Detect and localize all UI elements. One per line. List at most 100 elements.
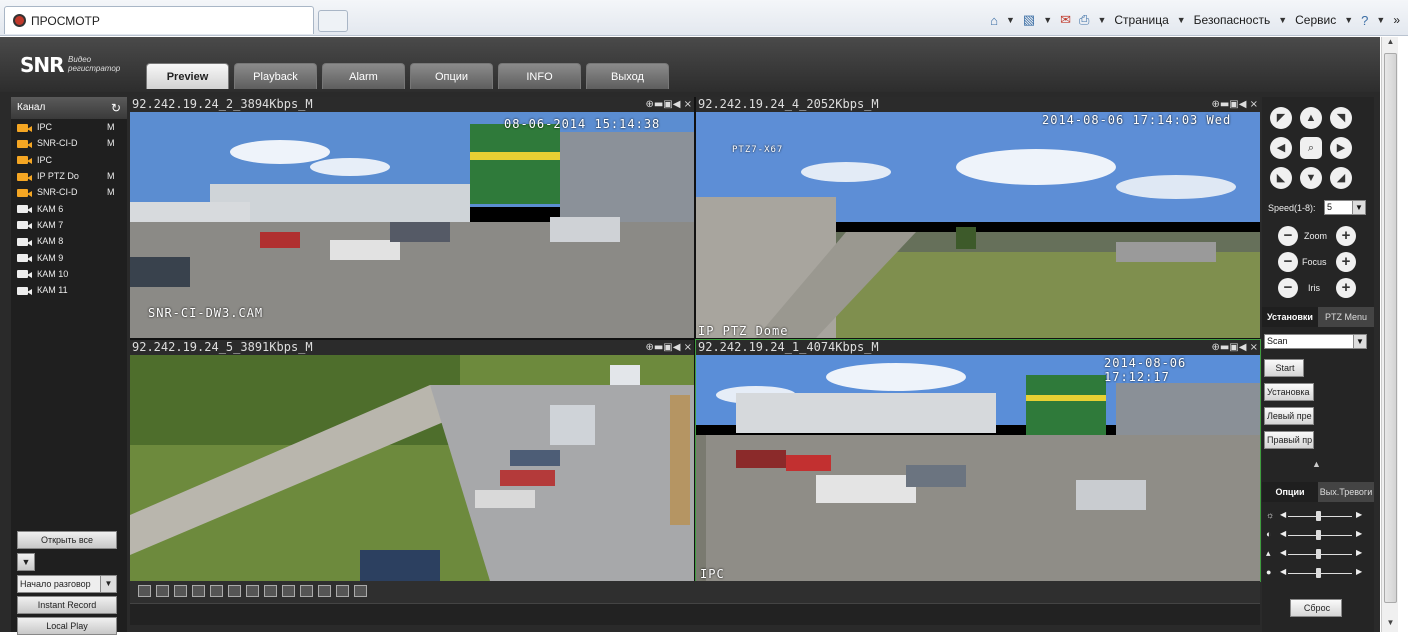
layout-1x1-icon[interactable] (156, 585, 169, 597)
channel-item[interactable]: КАМ 11 (11, 282, 127, 298)
layout-2x2-icon[interactable] (174, 585, 187, 597)
left-limit-button[interactable]: Левый пре (1264, 407, 1314, 425)
ptz-up-button[interactable]: ▲ (1300, 107, 1322, 129)
tab-alarm[interactable]: Alarm (322, 63, 405, 89)
cell-controls[interactable]: ⊕▬▣◀ × (1211, 340, 1258, 355)
speed-select[interactable]: 5 ▼ (1324, 200, 1366, 215)
channel-item[interactable]: КАМ 10 (11, 266, 127, 282)
right-limit-button[interactable]: Правый пр (1264, 431, 1314, 449)
layout-6x6-icon[interactable] (282, 585, 295, 597)
channel-item[interactable]: КАМ 6 (11, 200, 127, 216)
open-all-button[interactable]: Открыть все (17, 531, 117, 549)
mail-icon[interactable]: ✉ (1060, 12, 1071, 28)
layout-3x3-icon[interactable] (228, 585, 241, 597)
layout-5x5-icon[interactable] (264, 585, 277, 597)
layout-4x4-icon[interactable] (246, 585, 259, 597)
tab-settings[interactable]: Установки (1262, 307, 1318, 327)
help-icon[interactable]: ? (1361, 13, 1368, 28)
focus-out-button[interactable]: − (1278, 252, 1298, 272)
iris-open-button[interactable]: + (1336, 278, 1356, 298)
zoom-out-button[interactable]: − (1278, 226, 1298, 246)
scroll-thumb[interactable] (1384, 53, 1397, 603)
channel-item[interactable]: IP PTZ Do M (11, 168, 127, 184)
ptz-down-right-button[interactable]: ◢ (1330, 167, 1352, 189)
layout-9x9-icon[interactable] (336, 585, 349, 597)
channel-item[interactable]: IPC (11, 152, 127, 168)
set-button[interactable]: Установка (1264, 383, 1314, 401)
chevron-down-icon[interactable]: ▼ (1006, 15, 1015, 25)
talk-select[interactable]: Начало разговор ▼ (17, 575, 117, 593)
collapse-button[interactable]: ▼ (17, 553, 35, 571)
feeds-icon[interactable]: ▧ (1023, 12, 1035, 28)
hue-slider[interactable]: ● ◀ ▶ (1266, 566, 1366, 580)
start-button[interactable]: Start (1264, 359, 1304, 377)
layout-1plus5-icon[interactable] (192, 585, 205, 597)
channel-item[interactable]: SNR-CI-D M (11, 135, 127, 151)
tab-exit[interactable]: Выход (586, 63, 669, 89)
tab-preview[interactable]: Preview (146, 63, 229, 89)
menu-security[interactable]: Безопасность (1194, 13, 1271, 27)
local-play-button[interactable]: Local Play (17, 617, 117, 635)
layout-7x7-icon[interactable] (300, 585, 313, 597)
channel-item[interactable]: IPC M (11, 119, 127, 135)
video-cell-3[interactable]: 92.242.19.24_5_3891Kbps_M ⊕▬▣◀ × (130, 340, 694, 581)
print-icon[interactable]: ⎙ (1079, 12, 1089, 28)
saturation-slider[interactable]: ▴ ◀ ▶ (1266, 547, 1366, 561)
layout-fullscreen-icon[interactable] (138, 585, 151, 597)
channel-name: IPC (37, 154, 53, 165)
ptz-mode-select[interactable]: Scan ▼ (1264, 334, 1367, 349)
tab-options[interactable]: Опции (410, 63, 493, 89)
ptz-left-button[interactable]: ◀ (1270, 137, 1292, 159)
cell-controls[interactable]: ⊕▬▣◀ × (1211, 97, 1258, 112)
ptz-center-button[interactable]: ⌕ (1300, 137, 1322, 159)
ptz-up-left-button[interactable]: ◤ (1270, 107, 1292, 129)
scroll-down-icon[interactable]: ▼ (1382, 618, 1399, 632)
tab-alarm-output[interactable]: Вых.Тревоги (1318, 482, 1374, 502)
video-cell-4[interactable]: 92.242.19.24_1_4074Kbps_M ⊕▬▣◀ × 2014-08… (695, 339, 1261, 582)
tab-playback[interactable]: Playback (234, 63, 317, 89)
zoom-in-button[interactable]: + (1336, 226, 1356, 246)
tab-info[interactable]: INFO (498, 63, 581, 89)
scroll-up-icon[interactable]: ▲ (1382, 37, 1399, 51)
channel-item[interactable]: SNR-CI-D M (11, 184, 127, 200)
menu-page[interactable]: Страница (1114, 13, 1168, 27)
contrast-slider[interactable]: ◐ ◀ ▶ (1266, 528, 1366, 542)
layout-10x10-icon[interactable] (354, 585, 367, 597)
cell-controls[interactable]: ⊕▬▣◀ × (645, 97, 692, 112)
camera-icon (17, 138, 33, 149)
iris-close-button[interactable]: − (1278, 278, 1298, 298)
chevron-down-icon: ▼ (1353, 335, 1366, 348)
browser-tab[interactable]: ПРОСМОТР (4, 6, 314, 34)
video-cell-2[interactable]: 92.242.19.24_4_2052Kbps_M ⊕▬▣◀ × 2014-08… (696, 97, 1260, 338)
video-cell-1[interactable]: 92.242.19.24_2_3894Kbps_M ⊕▬▣◀ × 08-06-2… (130, 97, 694, 338)
channel-item[interactable]: КАМ 9 (11, 249, 127, 265)
layout-1plus7-icon[interactable] (210, 585, 223, 597)
camera-icon (17, 203, 33, 214)
chevron-down-icon[interactable]: ▼ (1097, 15, 1106, 25)
reset-button[interactable]: Сброс (1290, 599, 1342, 617)
channel-item[interactable]: КАМ 8 (11, 233, 127, 249)
home-icon[interactable]: ⌂ (990, 13, 998, 28)
ptz-down-left-button[interactable]: ◣ (1270, 167, 1292, 189)
new-tab-button[interactable] (318, 10, 348, 32)
ptz-right-button[interactable]: ▶ (1330, 137, 1352, 159)
cell-controls[interactable]: ⊕▬▣◀ × (645, 340, 692, 355)
chevron-down-icon[interactable]: ▼ (1043, 15, 1052, 25)
brightness-slider[interactable]: ☼ ◀ ▶ (1266, 509, 1366, 523)
tab-options[interactable]: Опции (1262, 482, 1318, 502)
refresh-icon[interactable]: ↻ (111, 97, 121, 119)
osd-timestamp: 2014-08-06 17:12:17 (1104, 356, 1187, 384)
ptz-down-button[interactable]: ▼ (1300, 167, 1322, 189)
layout-8x8-icon[interactable] (318, 585, 331, 597)
focus-in-button[interactable]: + (1336, 252, 1356, 272)
ptz-up-right-button[interactable]: ◥ (1330, 107, 1352, 129)
instant-record-button[interactable]: Instant Record (17, 596, 117, 614)
tab-ptz-menu[interactable]: PTZ Menu (1318, 307, 1374, 327)
collapse-up-icon[interactable]: ▲ (1312, 459, 1321, 469)
chevron-down-icon[interactable]: ▼ (1376, 15, 1385, 25)
more-commands[interactable]: » (1393, 13, 1400, 27)
menu-tools[interactable]: Сервис (1295, 13, 1336, 27)
channel-item[interactable]: КАМ 7 (11, 217, 127, 233)
vertical-scrollbar[interactable]: ▲ ▼ (1381, 37, 1398, 632)
browser-toolbar: ПРОСМОТР ⌂ ▼ ▧ ▼ ✉ ⎙ ▼ Страница ▼ Безопаснос… (0, 0, 1408, 36)
